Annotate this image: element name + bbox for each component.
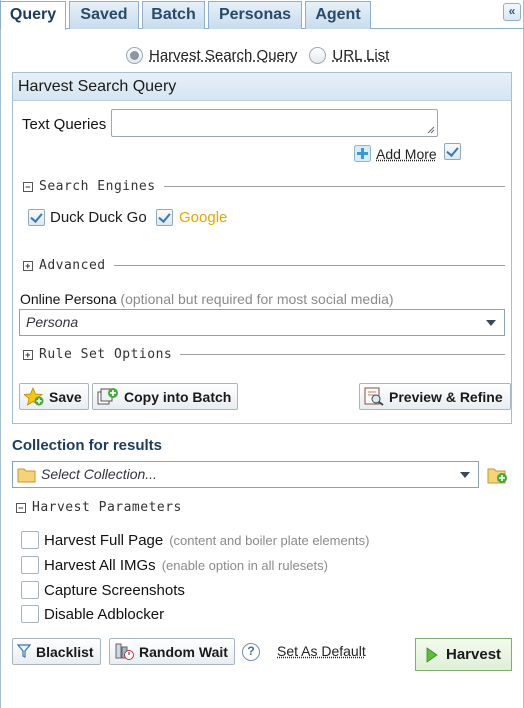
divider [180,354,505,355]
resize-grip-icon[interactable] [427,126,435,134]
expand-toggle-icon[interactable]: + [23,349,33,360]
mode-selector: Harvest Search Query URL List [126,44,401,66]
text-queries-label: Text Queries [22,116,107,133]
search-engines-section[interactable]: − Search Engines [23,179,505,194]
blacklist-label: Blacklist [36,643,94,660]
engine-google[interactable]: Google [156,209,227,226]
preview-refine-button[interactable]: Preview & Refine [359,383,511,410]
capture-screenshots-checkbox[interactable] [21,581,39,599]
persona-select-value: Persona [26,314,79,330]
save-button[interactable]: Save [19,383,89,410]
harvest-all-imgs-hint: (enable option in all rulesets) [161,557,328,573]
save-label: Save [49,388,82,405]
option-capture-screenshots[interactable]: Capture Screenshots [21,581,185,599]
duckduckgo-checkbox[interactable] [28,209,45,226]
play-icon [426,646,438,663]
radio-url-list-label[interactable]: URL List [332,47,389,64]
harvest-parameters-title: Harvest Parameters [32,500,182,515]
radio-harvest-search-query-label[interactable]: Harvest Search Query [149,47,297,64]
harvest-parameters-section[interactable]: − Harvest Parameters [16,500,512,515]
harvest-button[interactable]: Harvest [415,638,512,671]
expand-toggle-icon[interactable]: + [23,260,33,271]
option-harvest-full-page[interactable]: Harvest Full Page (content and boiler pl… [21,531,369,549]
google-checkbox[interactable] [156,209,173,226]
capture-screenshots-label: Capture Screenshots [44,581,185,599]
plus-icon [354,145,371,162]
star-add-icon [24,387,44,406]
rule-set-options-title: Rule Set Options [39,347,173,362]
folder-icon [17,468,36,483]
panel-title: Harvest Search Query [13,73,511,101]
random-wait-button[interactable]: Random Wait [109,638,235,665]
filter-icon [17,644,31,659]
advanced-title: Advanced [39,258,106,273]
radio-harvest-search-query[interactable] [126,46,143,64]
tab-batch[interactable]: Batch [142,1,205,29]
duckduckgo-label: Duck Duck Go [50,209,147,226]
chevron-down-icon [486,320,496,326]
hourglass-icon [114,642,134,661]
copy-add-icon [97,387,119,406]
harvest-full-page-label: Harvest Full Page [44,531,164,549]
radio-url-list[interactable] [309,46,327,64]
chevron-down-icon [460,472,470,478]
add-collection-icon[interactable] [487,465,509,485]
copy-into-batch-label: Copy into Batch [124,388,232,405]
collection-select-value: Select Collection... [41,466,157,482]
tab-saved[interactable]: Saved [69,1,139,29]
option-harvest-all-imgs[interactable]: Harvest All IMGs (enable option in all r… [21,556,328,574]
persona-select[interactable]: Persona [19,309,505,336]
collection-select[interactable]: Select Collection... [12,461,479,488]
collapse-panel-icon[interactable]: « [503,3,521,21]
harvest-all-imgs-label: Harvest All IMGs [44,556,156,574]
collection-label: Collection for results [12,437,163,454]
advanced-section[interactable]: + Advanced [23,258,505,273]
online-persona-label: Online Persona [20,291,117,307]
help-icon[interactable]: ? [242,643,260,661]
collapse-toggle-icon[interactable]: − [23,181,33,192]
search-engines-title: Search Engines [39,179,156,194]
tab-personas[interactable]: Personas [208,1,302,29]
copy-into-batch-button[interactable]: Copy into Batch [92,383,239,410]
option-disable-adblocker[interactable]: Disable Adblocker [21,605,164,623]
set-as-default-link[interactable]: Set As Default [277,643,366,659]
collapse-toggle-icon[interactable]: − [16,502,26,513]
online-persona-hint: (optional but required for most social m… [120,291,394,307]
rule-set-options-section[interactable]: + Rule Set Options [23,347,505,362]
disable-adblocker-checkbox[interactable] [21,605,39,623]
harvest-all-imgs-checkbox[interactable] [21,556,39,574]
tab-query[interactable]: Query [0,1,66,30]
divider [113,265,505,266]
harvest-full-page-checkbox[interactable] [21,531,39,549]
online-persona-row: Online Persona (optional but required fo… [20,291,394,307]
google-label: Google [179,209,228,226]
add-more-label: Add More [376,145,437,162]
add-more-button[interactable]: Add More [354,145,437,162]
preview-refine-label: Preview & Refine [389,388,503,405]
text-queries-input[interactable] [111,109,438,137]
harvest-label: Harvest [446,646,502,663]
disable-adblocker-label: Disable Adblocker [44,605,165,623]
blacklist-button[interactable]: Blacklist [12,638,101,665]
harvest-full-page-hint: (content and boiler plate elements) [169,532,370,548]
tab-bar: Query Saved Batch Personas Agent « [0,0,524,30]
engine-duckduckgo[interactable]: Duck Duck Go [28,209,147,226]
harvest-search-query-panel: Harvest Search Query Text Queries Add Mo… [12,72,512,424]
preview-icon [364,387,384,406]
text-queries-checkbox[interactable] [444,143,461,160]
divider [163,186,505,187]
random-wait-label: Random Wait [139,643,228,660]
tab-agent[interactable]: Agent [305,1,371,29]
